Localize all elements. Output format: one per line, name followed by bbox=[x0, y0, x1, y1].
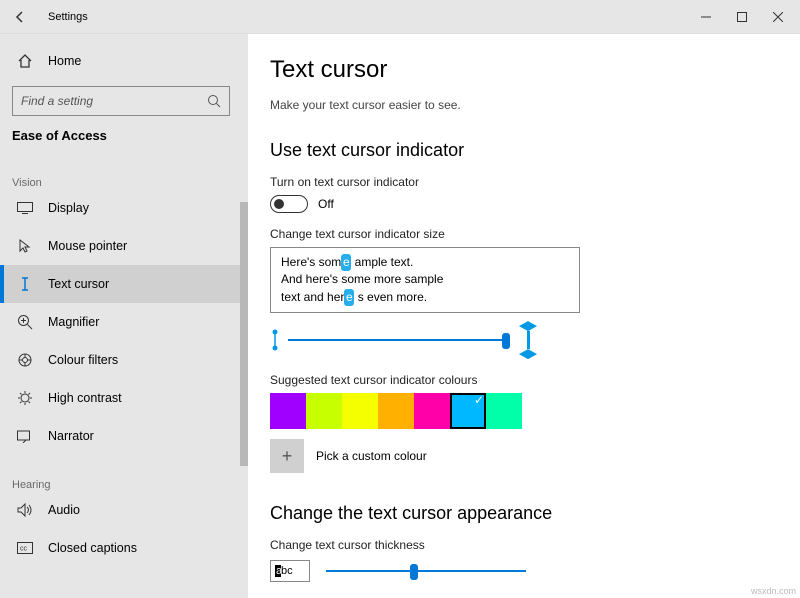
closed-captions-icon: cc bbox=[16, 539, 34, 557]
large-cursor-icon bbox=[518, 321, 538, 359]
sidebar: Home Find a setting Ease of Access Visio… bbox=[0, 34, 248, 598]
sidebar-item-colour-filters[interactable]: Colour filters bbox=[0, 341, 248, 379]
sidebar-item-label: Narrator bbox=[48, 429, 94, 443]
swatch-yellow[interactable] bbox=[342, 393, 378, 429]
swatch-pink[interactable] bbox=[414, 393, 450, 429]
nav-home[interactable]: Home bbox=[12, 44, 236, 78]
page-subtitle: Make your text cursor easier to see. bbox=[270, 98, 778, 112]
swatch-teal[interactable] bbox=[486, 393, 522, 429]
swatch-lime[interactable] bbox=[306, 393, 342, 429]
sidebar-item-high-contrast[interactable]: High contrast bbox=[0, 379, 248, 417]
maximize-button[interactable] bbox=[724, 3, 760, 31]
nav-home-label: Home bbox=[48, 54, 81, 68]
toggle-label: Turn on text cursor indicator bbox=[270, 175, 778, 189]
mouse-pointer-icon bbox=[16, 237, 34, 255]
sidebar-item-label: Mouse pointer bbox=[48, 239, 127, 253]
swatch-orange[interactable] bbox=[378, 393, 414, 429]
sidebar-item-label: Audio bbox=[48, 503, 80, 517]
appearance-heading: Change the text cursor appearance bbox=[270, 503, 778, 524]
sidebar-item-display[interactable]: Display bbox=[0, 189, 248, 227]
sidebar-item-label: Closed captions bbox=[48, 541, 137, 555]
sidebar-scrollbar[interactable] bbox=[240, 202, 248, 466]
close-button[interactable] bbox=[760, 3, 796, 31]
indicator-heading: Use text cursor indicator bbox=[270, 140, 778, 161]
content-area: Text cursor Make your text cursor easier… bbox=[248, 34, 800, 598]
sidebar-item-label: Text cursor bbox=[48, 277, 109, 291]
indicator-size-slider[interactable] bbox=[288, 330, 510, 350]
sidebar-group-main: Ease of Access bbox=[12, 128, 236, 143]
titlebar: Settings bbox=[0, 0, 800, 34]
minimize-button[interactable] bbox=[688, 3, 724, 31]
sidebar-item-label: High contrast bbox=[48, 391, 122, 405]
sample-text-box: Here's some ample text. And here's some … bbox=[270, 247, 580, 313]
svg-text:cc: cc bbox=[20, 546, 28, 553]
sidebar-item-label: Magnifier bbox=[48, 315, 99, 329]
colours-label: Suggested text cursor indicator colours bbox=[270, 373, 778, 387]
magnifier-icon bbox=[16, 313, 34, 331]
custom-colour-label: Pick a custom colour bbox=[316, 449, 427, 463]
sidebar-group-hearing: Hearing bbox=[12, 479, 236, 491]
swatch-blue[interactable] bbox=[450, 393, 486, 429]
sidebar-group-vision: Vision bbox=[12, 177, 236, 189]
thickness-label: Change text cursor thickness bbox=[270, 538, 778, 552]
small-cursor-icon bbox=[270, 329, 280, 351]
search-placeholder: Find a setting bbox=[21, 94, 93, 108]
indicator-toggle[interactable] bbox=[270, 195, 308, 213]
pick-custom-colour-button[interactable]: + bbox=[270, 439, 304, 473]
cursor-highlight: e bbox=[344, 289, 354, 306]
thickness-preview: abc bbox=[270, 560, 310, 582]
sidebar-item-label: Colour filters bbox=[48, 353, 118, 367]
cursor-highlight: e bbox=[341, 254, 351, 271]
audio-icon bbox=[16, 501, 34, 519]
window-title: Settings bbox=[48, 11, 88, 23]
sidebar-item-audio[interactable]: Audio bbox=[0, 491, 248, 529]
colour-swatches bbox=[270, 393, 778, 429]
text-cursor-icon bbox=[16, 275, 34, 293]
sidebar-item-mouse-pointer[interactable]: Mouse pointer bbox=[0, 227, 248, 265]
narrator-icon bbox=[16, 427, 34, 445]
colour-filters-icon bbox=[16, 351, 34, 369]
plus-icon: + bbox=[282, 446, 293, 467]
swatch-purple[interactable] bbox=[270, 393, 306, 429]
watermark: wsxdn.com bbox=[751, 586, 796, 596]
high-contrast-icon bbox=[16, 389, 34, 407]
size-label: Change text cursor indicator size bbox=[270, 227, 778, 241]
search-input[interactable]: Find a setting bbox=[12, 86, 230, 116]
page-title: Text cursor bbox=[270, 56, 778, 84]
home-icon bbox=[16, 52, 34, 70]
sidebar-item-label: Display bbox=[48, 201, 89, 215]
back-button[interactable] bbox=[10, 7, 30, 27]
sidebar-item-text-cursor[interactable]: Text cursor bbox=[0, 265, 248, 303]
sidebar-item-closed-captions[interactable]: cc Closed captions bbox=[0, 529, 248, 567]
sidebar-item-magnifier[interactable]: Magnifier bbox=[0, 303, 248, 341]
display-icon bbox=[16, 199, 34, 217]
search-icon bbox=[207, 94, 221, 108]
sidebar-item-narrator[interactable]: Narrator bbox=[0, 417, 248, 455]
toggle-state: Off bbox=[318, 197, 334, 211]
thickness-slider[interactable] bbox=[326, 561, 526, 581]
